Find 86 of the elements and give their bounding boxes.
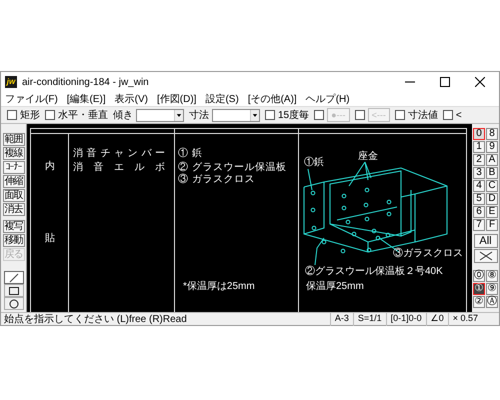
menu-item[interactable]: [その他(A)] [248,92,297,106]
layer-button[interactable]: F [486,219,498,231]
layer-button[interactable]: 4 [473,180,485,192]
draw-tool-button[interactable] [4,271,24,284]
checkbox-label: 水平・垂直 [58,108,108,122]
layer-button[interactable]: 3 [473,167,485,179]
all-layers-button[interactable]: All [474,234,498,248]
layer-button[interactable]: 1 [473,141,485,153]
menu-item[interactable]: ヘルプ(H) [306,92,350,106]
window-title: air-conditioning-184 - jw_win [22,76,150,90]
drawing-label: ①鋲 [304,158,324,168]
drawing-label: ②グラスウール保温板２号40K [305,267,443,277]
tool-button[interactable]: 消去 [2,203,24,216]
drawing-canvas[interactable]: 内 貼 消音チャンバー 消音エルボ ① 鋲 ② グラスウール保温板 ③ ガラスクロス *保温厚は25mm ①鋲 座金 ③ガラスクロス ②グラスウール保温板２号40K 保温厚25mm [27,124,472,312]
caret-icon [174,110,183,120]
checkbox-label: 15度毎 [278,108,310,122]
layer-group-button[interactable]: ⑧ [486,270,498,282]
drawing-label: ③ガラスクロス [393,249,463,259]
layer-button[interactable]: 8 [486,128,498,140]
checkbox-label: 矩形 [20,108,40,122]
row-label: 貼 [45,234,55,244]
item-name: 消音チャンバー [73,149,165,159]
status-field: × 0.57 [448,312,482,326]
drawing-label: 座金 [358,152,378,162]
menu-item[interactable]: 設定(S) [205,92,239,106]
drawing-label: 保温厚25mm [306,282,364,292]
material-text: ① 鋲 [178,149,202,159]
menu-item[interactable]: [作図(D)] [157,92,196,106]
status-field: A-3 [330,312,353,326]
checkbox[interactable] [265,110,275,120]
caret-icon [250,110,259,120]
status-message: 始点を指示してください (L)free (R)Read [4,312,188,326]
tool-button[interactable]: 複写 [2,220,24,233]
layer-button[interactable]: D [486,193,498,205]
circle-icon [8,298,20,308]
draw-tool-button[interactable] [4,284,24,297]
maximize-icon[interactable] [440,77,450,87]
line-icon [8,272,20,282]
app-logo: jw [5,76,17,88]
layer-group-button[interactable]: ② [473,296,485,308]
menu-item[interactable]: [編集(E)] [66,92,106,106]
draw-tool-button[interactable] [4,297,24,310]
dropdown[interactable] [136,108,184,122]
row-label: 内 [45,162,55,172]
menu-item[interactable]: 表示(V) [114,92,148,106]
dropdown-label: 寸法 [189,108,209,122]
layer-group-button[interactable]: ⓪ [473,270,485,282]
note-text: *保温厚は25mm [183,282,255,292]
checkbox-label: 寸法値 [408,108,438,122]
dropdown[interactable] [212,108,260,122]
layer-button[interactable]: 7 [473,219,485,231]
tool-button[interactable]: ｺｰﾅｰ [2,161,24,174]
checkbox-label: < [456,108,462,122]
tool-button[interactable]: 複線 [2,147,24,160]
invert-layers-button[interactable] [474,249,498,263]
layer-button[interactable]: 9 [486,141,498,153]
dropdown-label: 傾き [113,108,133,122]
layer-button[interactable]: 2 [473,154,485,166]
layer-button[interactable]: B [486,167,498,179]
status-field: [0-1]0-0 [386,312,426,326]
inward-arrows-icon [478,251,492,261]
checkbox[interactable] [442,110,453,120]
layer-button[interactable]: 5 [473,193,485,205]
tool-button[interactable]: 面取 [2,189,24,202]
layer-button[interactable]: C [486,180,498,192]
material-text: ③ ガラスクロス [178,175,255,185]
layer-group-button[interactable]: ① [473,283,485,295]
layer-button[interactable]: 6 [473,206,485,218]
checkbox[interactable] [45,110,55,120]
tool-button[interactable]: 移動 [2,234,24,247]
status-field: ∠0 [426,312,448,326]
layer-group-button[interactable]: Ⓐ [486,296,498,308]
close-icon[interactable] [475,77,485,87]
layer-button[interactable]: 0 [473,128,485,140]
item-name: 消音エルボ [73,163,165,173]
layer-group-button[interactable]: ⑨ [486,283,498,295]
menu-item[interactable]: ファイル(F) [5,92,58,106]
layer-button[interactable]: A [486,154,498,166]
tool-button[interactable]: 範囲 [2,133,24,146]
tool-button[interactable]: 伸縮 [2,175,24,188]
material-text: ② グラスウール保温板 [178,163,286,173]
checkbox[interactable] [394,110,405,120]
status-field: S=1/1 [352,312,386,326]
rectangle-icon [8,286,20,296]
layer-button[interactable]: E [486,206,498,218]
checkbox[interactable] [7,110,17,120]
